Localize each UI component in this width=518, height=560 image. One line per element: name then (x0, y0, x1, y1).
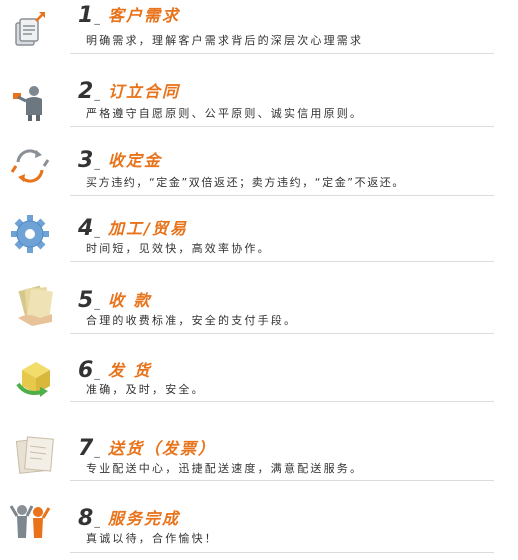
step-description: 准确，及时，安全。 (86, 383, 205, 396)
person-presenting-icon (8, 81, 52, 125)
divider (70, 333, 494, 334)
step-description: 严格遵守自愿原则、公平原则、诚实信用原则。 (86, 107, 364, 120)
step-number: 3_ (78, 148, 100, 173)
step-title: 客户需求 (108, 6, 181, 25)
step-number: 1_ (78, 3, 100, 28)
step-title: 收 款 (108, 291, 152, 310)
money-hand-icon (12, 282, 60, 330)
step-description: 明确需求，理解客户需求背后的深层次心理需求 (86, 34, 364, 47)
step-number: 4_ (78, 216, 100, 241)
divider (70, 401, 494, 402)
divider (70, 480, 494, 481)
divider (70, 261, 494, 262)
step-number: 8_ (78, 506, 100, 531)
divider (70, 126, 494, 127)
package-arrow-icon (12, 354, 60, 402)
step-description: 专业配送中心，迅捷配送速度，满意配送服务。 (86, 462, 364, 475)
step-description: 买方违约，“定金”双倍返还；卖方违约，“定金”不返还。 (86, 176, 405, 189)
divider (70, 195, 494, 196)
step-number: 6_ (78, 358, 100, 383)
step-number: 7_ (78, 436, 100, 461)
step-number: 5_ (78, 288, 100, 313)
step-title: 发 货 (108, 361, 152, 380)
step-description: 时间短，见效快，高效率协作。 (86, 242, 271, 255)
divider (70, 53, 494, 54)
step-title: 收定金 (108, 151, 163, 170)
papers-icon (12, 432, 60, 480)
step-title: 订立合同 (108, 82, 181, 101)
people-celebrate-icon (8, 498, 52, 542)
step-description: 真诚以待，合作愉快！ (86, 532, 218, 545)
refresh-arrows-icon (8, 144, 52, 188)
document-arrow-icon (8, 9, 52, 53)
gear-icon (8, 212, 52, 256)
divider (70, 552, 494, 553)
step-title: 送货（发票） (108, 439, 217, 458)
step-title: 加工/贸易 (108, 219, 188, 238)
step-title: 服务完成 (108, 509, 181, 528)
step-number: 2_ (78, 79, 100, 104)
step-description: 合理的收费标准，安全的支付手段。 (86, 314, 298, 327)
